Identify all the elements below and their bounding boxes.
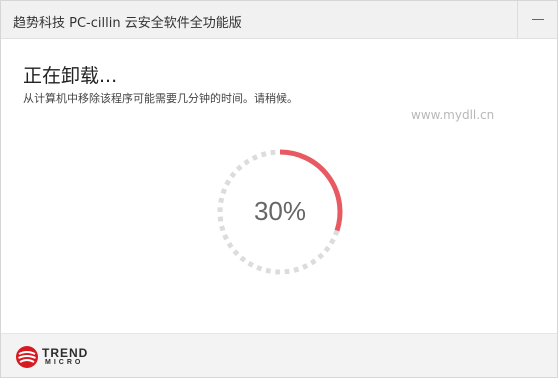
title-bar: 趋势科技 PC-cillin 云安全软件全功能版 bbox=[1, 1, 557, 39]
progress-track-segment bbox=[317, 252, 325, 260]
progress-percentage: 30% bbox=[253, 196, 307, 226]
progress-track-segment bbox=[235, 164, 243, 172]
trend-micro-logo: TREND MICRO bbox=[15, 345, 95, 369]
progress-track-segment bbox=[247, 260, 254, 268]
progress-track-segment bbox=[229, 171, 237, 179]
window-title: 趋势科技 PC-cillin 云安全软件全功能版 bbox=[13, 16, 242, 31]
progress-track-segment bbox=[251, 154, 259, 161]
progress-track-segment bbox=[220, 188, 227, 195]
trend-micro-logo-icon bbox=[16, 346, 38, 368]
minimize-icon bbox=[532, 19, 544, 20]
progress-track-segment bbox=[328, 238, 336, 245]
logo-text-trend: TREND bbox=[42, 346, 89, 360]
progress-track-segment bbox=[239, 255, 247, 263]
progress-track-segment bbox=[284, 268, 290, 275]
progress-track-segment bbox=[224, 179, 232, 186]
watermark-text: www.mydll.cn bbox=[411, 108, 495, 122]
progress-track-segment bbox=[226, 241, 234, 249]
progress-ring: 30% bbox=[214, 146, 346, 278]
progress-track-segment bbox=[232, 249, 240, 257]
progress-track-segment bbox=[222, 233, 229, 241]
status-description: 从计算机中移除该程序可能需要几分钟的时间。请稍候。 bbox=[23, 92, 298, 105]
progress-track-segment bbox=[256, 265, 263, 272]
progress-track-segment bbox=[270, 149, 276, 156]
progress-track-segment bbox=[301, 263, 309, 270]
progress-track-segment bbox=[309, 258, 317, 266]
progress-track-segment bbox=[243, 158, 251, 166]
progress-track-segment bbox=[323, 245, 331, 253]
progress-track-segment bbox=[260, 151, 267, 158]
progress-track-segment bbox=[333, 229, 340, 236]
progress-track-segment bbox=[265, 267, 272, 274]
footer: TREND MICRO bbox=[1, 333, 557, 377]
minimize-button[interactable] bbox=[517, 1, 557, 38]
page-heading: 正在卸载... bbox=[23, 65, 118, 87]
logo-text-micro: MICRO bbox=[45, 359, 84, 366]
progress-track-segment bbox=[293, 266, 300, 273]
uninstall-window: 趋势科技 PC-cillin 云安全软件全功能版 正在卸载... 从计算机中移除… bbox=[0, 0, 558, 378]
